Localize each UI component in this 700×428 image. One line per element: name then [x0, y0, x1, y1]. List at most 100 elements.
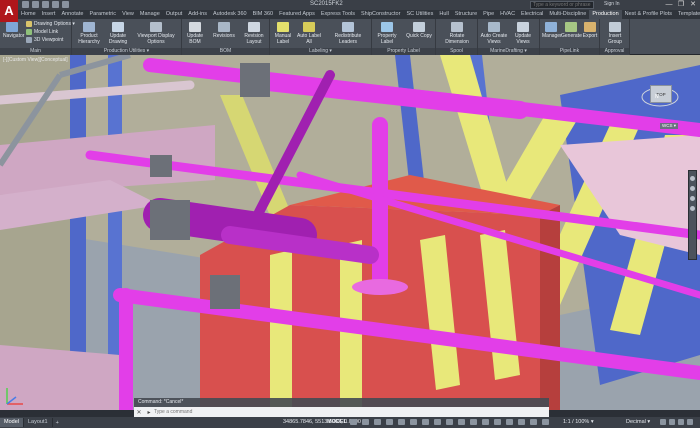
redo-icon[interactable] — [62, 1, 69, 8]
units-selector[interactable]: Decimal ▾ — [626, 418, 650, 427]
application-menu-button[interactable]: A — [0, 0, 18, 22]
quick-copy-button[interactable]: Quick Copy — [404, 22, 434, 39]
tab-output[interactable]: Output — [163, 10, 186, 19]
rotate-dimension-button[interactable]: Rotate Dimension — [440, 22, 474, 45]
pipe-clamp — [210, 275, 240, 309]
update-drawing-button[interactable]: Update Drawing — [105, 22, 131, 45]
tab-autodesk-360[interactable]: Autodesk 360 — [210, 10, 250, 19]
quick-properties-icon[interactable] — [660, 419, 666, 425]
annotation-scale[interactable]: 1:1 / 100% ▾ — [563, 418, 594, 427]
selection-filter-icon[interactable] — [482, 419, 489, 425]
model-link-button[interactable]: Model Link — [26, 29, 58, 35]
open-icon[interactable] — [32, 1, 39, 8]
drawing-options-button[interactable]: Drawing Options ▾ — [26, 21, 75, 27]
units-icon[interactable] — [542, 419, 549, 425]
tab-home[interactable]: Home — [18, 10, 39, 19]
lock-ui-icon[interactable] — [669, 419, 675, 425]
tab-bim-360[interactable]: BIM 360 — [250, 10, 276, 19]
revisions-button[interactable]: Revisions — [210, 22, 238, 39]
lineweight-icon[interactable] — [422, 419, 429, 425]
isolate-objects-icon[interactable] — [678, 419, 684, 425]
save-icon[interactable] — [42, 1, 49, 8]
command-prompt-icon[interactable]: ▸ — [144, 409, 154, 416]
panel-title-production-utilities[interactable]: Production Utilities ▾ — [72, 48, 181, 55]
tab-annotate[interactable]: Annotate — [58, 10, 86, 19]
close-button[interactable]: ✕ — [688, 0, 698, 9]
viewcube-face[interactable]: TOP — [650, 85, 672, 103]
insert-group-button[interactable]: Insert Group — [602, 22, 628, 45]
transparency-icon[interactable] — [434, 419, 441, 425]
ortho-icon[interactable] — [374, 419, 381, 425]
tab-insert[interactable]: Insert — [39, 10, 59, 19]
tab-template[interactable]: Template — [675, 10, 700, 19]
viewport-display-options-button[interactable]: Viewport Display Options — [134, 22, 178, 45]
redistribute-leaders-button[interactable]: Redistribute Leaders — [328, 22, 368, 45]
pipe-clamp — [240, 63, 270, 97]
undo-icon[interactable] — [52, 1, 59, 8]
update-bom-button[interactable]: Update BOM — [184, 22, 206, 45]
restore-button[interactable]: ❐ — [676, 0, 686, 9]
auto-label-all-button[interactable]: Auto Label All — [296, 22, 322, 45]
tab-parametric[interactable]: Parametric — [86, 10, 119, 19]
command-input[interactable] — [154, 407, 549, 417]
showmotion-icon[interactable] — [690, 206, 695, 211]
wcs-menu[interactable]: WCS ▾ — [660, 123, 679, 129]
otrack-icon[interactable] — [410, 419, 417, 425]
tab-manage[interactable]: Manage — [137, 10, 163, 19]
tab-pipe[interactable]: Pipe — [480, 10, 497, 19]
drawing-viewport[interactable]: [-][Custom View][Conceptual] TOP N WCS ▾ — [0, 55, 700, 410]
tab-sc-utilities[interactable]: SC Utilities — [403, 10, 436, 19]
dynamic-ucs-icon[interactable] — [470, 419, 477, 425]
tab-production[interactable]: Production — [589, 10, 622, 19]
grid-icon[interactable] — [350, 419, 357, 425]
customization-icon[interactable] — [687, 419, 693, 425]
tab-electrical[interactable]: Electrical — [518, 10, 546, 19]
generate-button[interactable]: Generate — [561, 22, 582, 39]
annotation-icon[interactable] — [506, 419, 513, 425]
search-input[interactable] — [530, 1, 594, 9]
new-icon[interactable] — [22, 1, 29, 8]
property-label-button[interactable]: Property Label — [374, 22, 400, 45]
orbit-icon[interactable] — [690, 196, 695, 201]
osnap-icon[interactable] — [398, 419, 405, 425]
tab-nest-profile-plots[interactable]: Nest & Profile Plots — [622, 10, 675, 19]
selection-cycling-icon[interactable] — [446, 419, 453, 425]
navigator-button[interactable]: Navigator — [3, 22, 24, 39]
tab-add-ins[interactable]: Add-ins — [185, 10, 210, 19]
model-space-button[interactable]: MODEL — [327, 418, 347, 427]
3d-viewpoint-button[interactable]: 3D Viewpoint — [26, 37, 63, 43]
tab-multi-discipline[interactable]: Multi-Discipline — [546, 10, 589, 19]
minimize-button[interactable]: — — [664, 0, 674, 9]
manager-button[interactable]: Manager — [542, 22, 562, 39]
workspace-icon[interactable] — [518, 419, 525, 425]
sign-in-link[interactable]: Sign In — [604, 1, 620, 7]
tab-shipconstructor[interactable]: ShipConstructor — [358, 10, 403, 19]
gizmo-icon[interactable] — [494, 419, 501, 425]
snap-icon[interactable] — [362, 419, 369, 425]
tab-express-tools[interactable]: Express Tools — [318, 10, 358, 19]
panel-title-main[interactable]: Main — [0, 48, 71, 55]
add-layout-button[interactable]: + — [53, 420, 62, 426]
layout-tab-model[interactable]: Model — [0, 418, 24, 427]
annotation-monitor-icon[interactable] — [530, 419, 537, 425]
tab-view[interactable]: View — [119, 10, 137, 19]
command-close-icon[interactable]: ✕ — [134, 409, 144, 416]
export-button[interactable]: Export — [582, 22, 598, 39]
panel-title-labeling[interactable]: Labeling ▾ — [270, 48, 371, 55]
panel-title-marine-drafting[interactable]: MarineDrafting ▾ — [478, 48, 539, 55]
product-hierarchy-button[interactable]: Product Hierarchy — [75, 22, 103, 45]
pan-icon[interactable] — [690, 176, 695, 181]
tab-hvac[interactable]: HVAC — [497, 10, 518, 19]
3d-osnap-icon[interactable] — [458, 419, 465, 425]
revision-layout-button[interactable]: Revision Layout — [240, 22, 268, 45]
polar-icon[interactable] — [386, 419, 393, 425]
manual-label-button[interactable]: Manual Label — [272, 22, 294, 45]
tab-featured-apps[interactable]: Featured Apps — [276, 10, 318, 19]
auto-create-views-button[interactable]: Auto Create Views — [480, 22, 508, 45]
layout-tab-layout1[interactable]: Layout1 — [24, 418, 53, 427]
viewport-controls-label[interactable]: [-][Custom View][Conceptual] — [3, 57, 68, 63]
tab-hull[interactable]: Hull — [436, 10, 451, 19]
tab-structure[interactable]: Structure — [452, 10, 480, 19]
update-views-button[interactable]: Update Views — [510, 22, 536, 45]
zoom-icon[interactable] — [690, 186, 695, 191]
